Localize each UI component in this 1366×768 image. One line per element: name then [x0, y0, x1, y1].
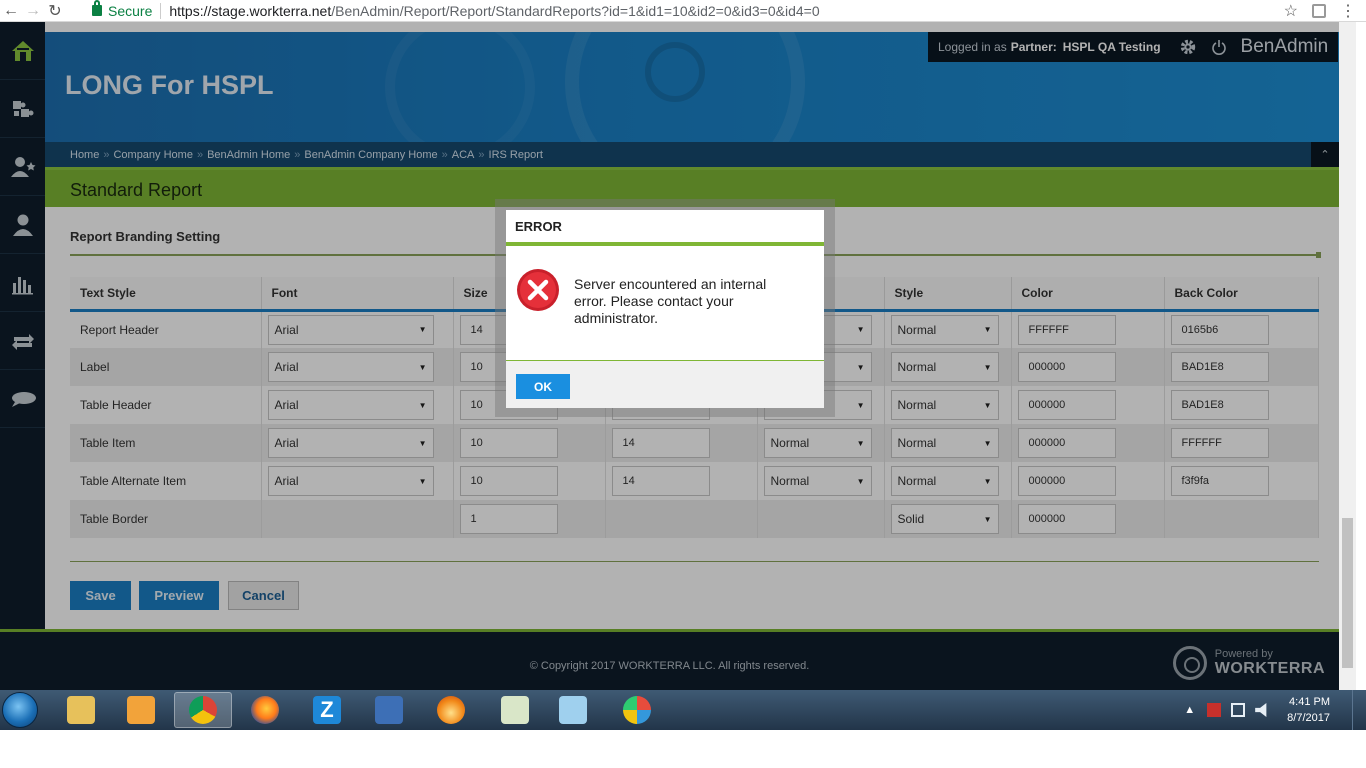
- clock-date: 8/7/2017: [1287, 712, 1330, 724]
- url-host: https://stage.workterra.net: [169, 2, 332, 19]
- url-separator: [160, 2, 162, 19]
- start-button[interactable]: [2, 692, 38, 728]
- error-icon: [517, 269, 559, 311]
- lock-icon: [92, 0, 102, 16]
- taskbar-app[interactable]: [174, 692, 232, 728]
- action-center-flag-icon[interactable]: [1207, 703, 1222, 717]
- tray-expand-icon[interactable]: ▲: [1184, 704, 1195, 716]
- taskbar-app[interactable]: [422, 692, 480, 728]
- url-field[interactable]: https://stage.workterra.net/BenAdmin/Rep…: [169, 3, 819, 19]
- taskbar-app[interactable]: [52, 692, 110, 728]
- system-tray: ▲ 4:41 PM 8/7/2017: [1184, 690, 1366, 730]
- spreadsheet-icon: [501, 696, 529, 724]
- firefox-icon: [251, 696, 279, 724]
- paint-icon: [623, 696, 651, 724]
- remote-desktop-icon: [375, 696, 403, 724]
- media-player-icon: [127, 696, 155, 724]
- browser-address-bar: ← → ↻ Secure https://stage.workterra.net…: [0, 0, 1366, 22]
- dialog-message: Server encountered an internal error. Pl…: [574, 276, 767, 326]
- browser-toolbar-right: ☆ ⋮: [1284, 0, 1356, 22]
- browser-menu-icon[interactable]: ⋮: [1340, 1, 1356, 21]
- file-explorer-icon: [67, 696, 95, 724]
- z-app-icon: Z: [313, 696, 341, 724]
- scrollbar-thumb[interactable]: [1342, 518, 1353, 668]
- taskbar-app[interactable]: [236, 692, 294, 728]
- network-icon[interactable]: [1231, 703, 1246, 717]
- dialog-title: ERROR: [506, 210, 824, 246]
- notepad-icon: [559, 696, 587, 724]
- taskbar-clock[interactable]: 4:41 PM 8/7/2017: [1287, 694, 1330, 726]
- flame-app-icon: [437, 696, 465, 724]
- page-scrollbar[interactable]: [1339, 22, 1356, 690]
- show-desktop-button[interactable]: [1352, 690, 1366, 730]
- taskbar-app[interactable]: [608, 692, 666, 728]
- windows-taskbar: Z ▲ 4:41 PM 8/7/2017: [0, 690, 1366, 730]
- dialog-footer: OK: [506, 360, 824, 408]
- taskbar-app[interactable]: [544, 692, 602, 728]
- extension-icon[interactable]: [1312, 4, 1326, 18]
- volume-icon[interactable]: [1255, 703, 1267, 717]
- taskbar-app[interactable]: [486, 692, 544, 728]
- forward-arrow-icon[interactable]: →: [22, 1, 44, 21]
- ok-button[interactable]: OK: [516, 374, 570, 399]
- taskbar-app[interactable]: Z: [298, 692, 356, 728]
- taskbar-app[interactable]: [112, 692, 170, 728]
- url-path: /BenAdmin/Report/Report/StandardReports?…: [331, 2, 820, 19]
- secure-label: Secure: [108, 2, 153, 19]
- error-dialog: ERROR Server encountered an internal err…: [506, 210, 824, 408]
- clock-time: 4:41 PM: [1289, 696, 1330, 708]
- secure-indicator[interactable]: Secure: [92, 0, 153, 19]
- bookmark-star-icon[interactable]: ☆: [1284, 1, 1298, 21]
- reload-icon[interactable]: ↻: [44, 1, 66, 21]
- dialog-body: Server encountered an internal error. Pl…: [506, 246, 824, 356]
- taskbar-app[interactable]: [360, 692, 418, 728]
- back-arrow-icon[interactable]: ←: [0, 1, 22, 21]
- chrome-icon: [189, 696, 217, 724]
